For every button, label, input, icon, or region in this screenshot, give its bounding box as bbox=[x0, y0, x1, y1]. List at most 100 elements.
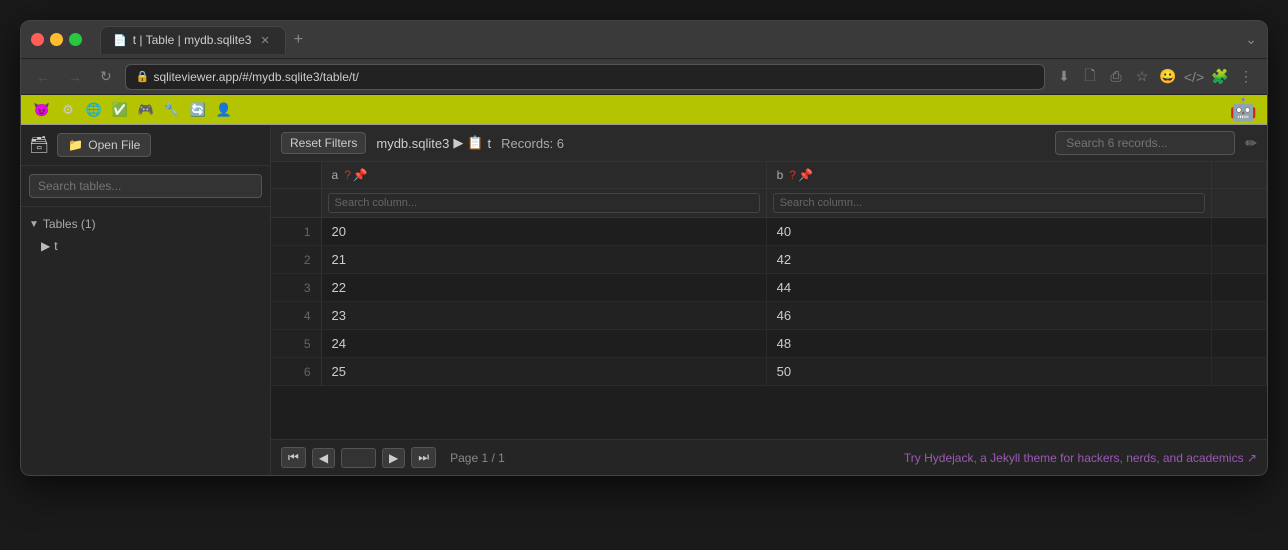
search-records-input[interactable] bbox=[1055, 131, 1235, 155]
reset-filters-button[interactable]: Reset Filters bbox=[281, 132, 366, 154]
row-extra-cell bbox=[1211, 274, 1266, 302]
records-count: Records: 6 bbox=[501, 136, 564, 151]
download-icon[interactable]: ⬇ bbox=[1053, 66, 1075, 88]
pagination: ⏮ ◀ 1 ▶ ⏭ Page 1 / 1 Try Hydejack, a Jek… bbox=[271, 439, 1267, 475]
row-a-cell: 22 bbox=[321, 274, 766, 302]
edit-icon[interactable]: ✏ bbox=[1245, 135, 1257, 152]
toolbar: Reset Filters mydb.sqlite3 ▶ 📋 t Records… bbox=[271, 125, 1267, 162]
row-a-cell: 24 bbox=[321, 330, 766, 358]
extra-header bbox=[1211, 162, 1266, 189]
breadcrumb-db: mydb.sqlite3 bbox=[376, 136, 449, 151]
page-info: Page 1 / 1 bbox=[450, 451, 505, 465]
more-icon[interactable]: ⋮ bbox=[1235, 66, 1257, 88]
chevron-down-icon: ▼ bbox=[29, 219, 39, 230]
tables-section: ▼ Tables (1) ▶ t bbox=[21, 207, 270, 263]
hydejack-link[interactable]: Try Hydejack, a Jekyll theme for hackers… bbox=[904, 451, 1257, 465]
table-item-t[interactable]: ▶ t bbox=[21, 235, 270, 257]
row-b-cell: 46 bbox=[766, 302, 1211, 330]
main-panel: Reset Filters mydb.sqlite3 ▶ 📋 t Records… bbox=[271, 125, 1267, 475]
search-tables-input[interactable] bbox=[29, 174, 262, 198]
upload-icon[interactable]: 🗋 bbox=[1079, 66, 1101, 88]
profile-icon[interactable]: 😀 bbox=[1157, 66, 1179, 88]
row-num-cell: 5 bbox=[271, 330, 321, 358]
table-body: 1 20 40 2 21 42 3 22 44 4 23 46 5 24 48 … bbox=[271, 218, 1267, 386]
file-icon: 📁 bbox=[68, 138, 83, 152]
ext-icon-4[interactable]: ✅ bbox=[109, 99, 131, 121]
tables-header[interactable]: ▼ Tables (1) bbox=[21, 213, 270, 235]
window-chevron[interactable]: ⌄ bbox=[1245, 31, 1257, 48]
ext-icon-6[interactable]: 🔧 bbox=[161, 99, 183, 121]
share-icon[interactable]: ⎙ bbox=[1105, 66, 1127, 88]
maximize-button[interactable] bbox=[69, 33, 82, 46]
db-icon: 🗃 bbox=[29, 135, 49, 155]
address-input[interactable]: 🔒 sqliteviewer.app/#/mydb.sqlite3/table/… bbox=[125, 64, 1045, 90]
tab-close-button[interactable]: ✕ bbox=[257, 33, 272, 48]
main-content: 🗃 📁 Open File ▼ Tables (1) ▶ t bbox=[21, 125, 1267, 475]
search-tables-area bbox=[21, 166, 270, 207]
row-extra-cell bbox=[1211, 330, 1266, 358]
sidebar-header: 🗃 📁 Open File bbox=[21, 125, 270, 166]
forward-button[interactable]: → bbox=[63, 66, 87, 88]
extensions-bar: 😈 ⚙ 🌐 ✅ 🎮 🔧 🔄 👤 🤖 bbox=[21, 95, 1267, 125]
traffic-lights bbox=[31, 33, 82, 46]
breadcrumb-table: t bbox=[488, 136, 492, 151]
row-a-cell: 20 bbox=[321, 218, 766, 246]
tabs-area: 📄 t | Table | mydb.sqlite3 ✕ + bbox=[100, 26, 1237, 54]
next-page-button[interactable]: ▶ bbox=[382, 448, 405, 468]
row-extra-cell bbox=[1211, 246, 1266, 274]
active-tab[interactable]: 📄 t | Table | mydb.sqlite3 ✕ bbox=[100, 26, 286, 54]
search-row-num bbox=[271, 189, 321, 218]
star-icon[interactable]: ☆ bbox=[1131, 66, 1153, 88]
sidebar: 🗃 📁 Open File ▼ Tables (1) ▶ t bbox=[21, 125, 271, 475]
search-col-b bbox=[766, 189, 1211, 218]
reload-button[interactable]: ↻ bbox=[95, 65, 117, 88]
browser-icons: ⬇ 🗋 ⎙ ☆ 😀 </> 🧩 ⋮ bbox=[1053, 66, 1257, 88]
lock-icon: 🔒 bbox=[136, 70, 150, 83]
row-b-cell: 40 bbox=[766, 218, 1211, 246]
search-col-a bbox=[321, 189, 766, 218]
minimize-button[interactable] bbox=[50, 33, 63, 46]
table-row: 6 25 50 bbox=[271, 358, 1267, 386]
breadcrumb-sep: ▶ bbox=[453, 135, 463, 151]
ext-icon-5[interactable]: 🎮 bbox=[135, 99, 157, 121]
new-tab-button[interactable]: + bbox=[286, 29, 311, 51]
ext-icon-7[interactable]: 🔄 bbox=[187, 99, 209, 121]
back-button[interactable]: ← bbox=[31, 66, 55, 88]
tab-icon: 📄 bbox=[113, 34, 127, 47]
ext-icon-2[interactable]: ⚙ bbox=[57, 99, 79, 121]
row-b-cell: 42 bbox=[766, 246, 1211, 274]
col-a-pin-icon[interactable]: 📌 bbox=[353, 168, 368, 182]
first-page-button[interactable]: ⏮ bbox=[281, 447, 306, 468]
tab-label: t | Table | mydb.sqlite3 bbox=[133, 33, 252, 47]
breadcrumb: mydb.sqlite3 ▶ 📋 t bbox=[376, 135, 491, 151]
address-bar: ← → ↻ 🔒 sqliteviewer.app/#/mydb.sqlite3/… bbox=[21, 59, 1267, 95]
column-search-row bbox=[271, 189, 1267, 218]
code-icon[interactable]: </> bbox=[1183, 66, 1205, 88]
row-num-cell: 2 bbox=[271, 246, 321, 274]
ext-icon-8[interactable]: 👤 bbox=[213, 99, 235, 121]
table-container[interactable]: a ? 📌 b bbox=[271, 162, 1267, 439]
android-logo: 🤖 bbox=[1230, 97, 1257, 123]
column-headers-row: a ? 📌 b bbox=[271, 162, 1267, 189]
row-num-cell: 6 bbox=[271, 358, 321, 386]
table-row: 2 21 42 bbox=[271, 246, 1267, 274]
column-header-b: b ? 📌 bbox=[766, 162, 1211, 189]
prev-page-button[interactable]: ◀ bbox=[312, 448, 335, 468]
search-column-a-input[interactable] bbox=[328, 193, 760, 213]
table-arrow-icon: ▶ bbox=[41, 239, 50, 253]
open-file-button[interactable]: 📁 Open File bbox=[57, 133, 151, 157]
search-extra bbox=[1211, 189, 1266, 218]
row-b-cell: 50 bbox=[766, 358, 1211, 386]
last-page-button[interactable]: ⏭ bbox=[411, 447, 436, 468]
puzzle-icon[interactable]: 🧩 bbox=[1209, 66, 1231, 88]
close-button[interactable] bbox=[31, 33, 44, 46]
table-row: 4 23 46 bbox=[271, 302, 1267, 330]
ext-icon-3[interactable]: 🌐 bbox=[83, 99, 105, 121]
search-column-b-input[interactable] bbox=[773, 193, 1205, 213]
ext-icon-1[interactable]: 😈 bbox=[31, 99, 53, 121]
col-a-question-icon[interactable]: ? bbox=[344, 168, 351, 182]
page-number-input[interactable]: 1 bbox=[341, 448, 376, 468]
col-b-pin-icon[interactable]: 📌 bbox=[798, 168, 813, 182]
row-a-cell: 21 bbox=[321, 246, 766, 274]
col-b-question-icon[interactable]: ? bbox=[789, 168, 796, 182]
